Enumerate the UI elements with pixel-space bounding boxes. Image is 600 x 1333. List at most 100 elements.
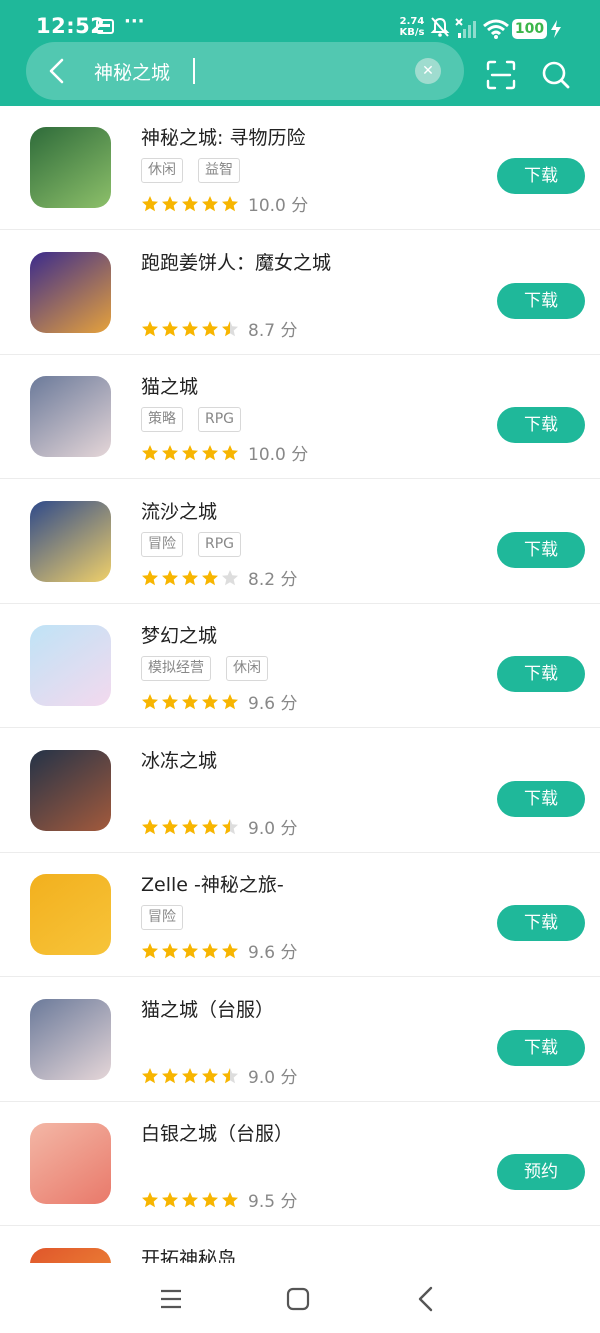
search-bar[interactable]: 神秘之城 ✕ — [26, 42, 464, 100]
download-button[interactable]: 下载 — [497, 531, 585, 568]
app-name[interactable]: 猫之城（台服） — [141, 995, 274, 1022]
app-rating: 9.0 分 — [141, 1063, 297, 1088]
home-icon[interactable] — [286, 1287, 310, 1311]
star-icon — [202, 196, 218, 212]
star-icon — [162, 569, 178, 585]
app-icon[interactable] — [30, 1247, 111, 1263]
app-tags: 休闲 益智 — [141, 158, 255, 184]
app-icon[interactable] — [30, 251, 111, 333]
search-results-list: 神秘之城: 寻物历险 休闲 益智 10.0 分下载 跑跑姜饼人：魔女之城 8.7 分下载猫… — [0, 106, 600, 1263]
app-tags: 模拟经营 休闲 — [141, 656, 283, 682]
app-name[interactable]: 流沙之城 — [141, 497, 217, 524]
result-item[interactable]: 跑跑姜饼人：魔女之城 8.7 分 下载 — [0, 231, 600, 355]
result-item[interactable]: 梦幻之城模拟经营 休闲 9.6 分 下载 — [0, 604, 600, 728]
star-icon — [142, 818, 158, 834]
star-icon — [162, 445, 178, 461]
rating-stars — [141, 318, 241, 338]
download-button[interactable]: 下载 — [497, 1029, 585, 1066]
app-score: 9.6 分 — [248, 943, 298, 963]
search-input[interactable]: 神秘之城 — [94, 58, 170, 85]
star-icon — [182, 445, 198, 461]
download-button[interactable]: 下载 — [497, 905, 585, 941]
result-item[interactable]: 猫之城（台服） 9.0 分 下载 — [0, 978, 600, 1102]
star-icon — [162, 943, 178, 959]
star-icon — [182, 320, 198, 336]
star-icon — [182, 1067, 198, 1083]
result-item[interactable]: 猫之城 策略 RPG 10.0 分 下载 — [0, 355, 600, 479]
star-icon — [142, 445, 158, 461]
clear-icon[interactable]: ✕ — [415, 58, 441, 84]
app-icon[interactable] — [30, 127, 111, 208]
result-item[interactable]: 冰冻之城 9.0 分 下载 — [0, 729, 600, 853]
app-name[interactable]: 开拓神秘岛 — [141, 1244, 236, 1264]
app-tag: 益智 — [198, 158, 240, 183]
app-rating: 10.0 分 — [141, 191, 308, 216]
app-name[interactable]: 神秘之城: 寻物历险 — [141, 123, 305, 150]
star-icon — [162, 694, 178, 710]
result-item[interactable]: 神秘之城: 寻物历险 休闲 益智 10.0 分 下载 — [0, 106, 600, 230]
app-icon[interactable] — [30, 625, 111, 706]
result-item[interactable]: Zelle -神秘之旅- 冒险 9.6 分 下载 — [0, 853, 600, 977]
star-icon — [142, 1067, 158, 1083]
star-icon — [182, 1192, 198, 1208]
app-icon[interactable] — [30, 998, 111, 1080]
app-score: 8.2 分 — [248, 569, 298, 590]
network-speed-value: 2.74 — [399, 16, 425, 27]
result-item[interactable]: 开拓神秘岛 — [0, 1227, 600, 1264]
text-cursor — [193, 58, 195, 84]
star-icon — [162, 1192, 178, 1208]
notification-icon — [96, 19, 114, 34]
rating-stars — [141, 941, 241, 961]
app-name[interactable]: 跑跑姜饼人：魔女之城 — [141, 248, 331, 275]
star-icon — [202, 943, 218, 959]
back-icon[interactable] — [414, 1285, 438, 1313]
star-icon — [222, 1192, 238, 1208]
star-icon — [142, 943, 158, 959]
star-icon — [222, 818, 238, 834]
app-score: 9.6 分 — [248, 694, 298, 714]
download-button[interactable]: 下载 — [497, 656, 585, 692]
app-icon[interactable] — [30, 1123, 111, 1204]
star-icon — [162, 196, 178, 212]
app-icon[interactable] — [30, 874, 111, 955]
battery-level: 100 — [512, 19, 547, 39]
app-icon[interactable] — [30, 500, 111, 582]
menu-icon[interactable] — [159, 1287, 183, 1311]
star-icon — [222, 943, 238, 959]
status-time: 12:52 — [36, 14, 106, 38]
result-item[interactable]: 流沙之城冒险 RPG 8.2 分 下载 — [0, 480, 600, 604]
result-item[interactable]: 白银之城（台服） 9.5 分 预约 — [0, 1102, 600, 1226]
system-nav-bar — [0, 1263, 600, 1333]
star-icon — [202, 569, 218, 585]
download-button[interactable]: 下载 — [497, 780, 585, 817]
app-name[interactable]: 冰冻之城 — [141, 746, 217, 773]
download-button[interactable]: 下载 — [497, 158, 585, 194]
app-icon[interactable] — [30, 376, 111, 457]
reserve-button[interactable]: 预约 — [497, 1154, 585, 1190]
app-name[interactable]: 梦幻之城 — [141, 621, 217, 648]
rating-stars — [141, 443, 241, 463]
app-rating: 9.5 分 — [141, 1187, 298, 1212]
network-speed: 2.74 KB/s — [397, 16, 427, 38]
app-tag: 策略 — [141, 407, 183, 432]
app-tag: 休闲 — [226, 656, 268, 681]
app-score: 8.7 分 — [248, 320, 298, 341]
star-icon — [202, 1067, 218, 1083]
app-tags: 冒险 RPG — [141, 531, 256, 558]
app-icon[interactable] — [30, 749, 111, 831]
search-icon[interactable] — [541, 60, 571, 90]
app-rating: 9.0 分 — [141, 814, 297, 839]
back-chevron-icon[interactable] — [42, 55, 74, 87]
app-name[interactable]: 猫之城 — [141, 372, 198, 399]
download-button[interactable]: 下载 — [497, 407, 585, 443]
app-name[interactable]: 白银之城（台服） — [141, 1119, 293, 1146]
download-button[interactable]: 下载 — [497, 282, 585, 319]
app-score: 9.5 分 — [248, 1192, 298, 1212]
star-icon — [142, 569, 158, 585]
scan-icon[interactable] — [486, 60, 516, 90]
star-icon — [182, 943, 198, 959]
star-icon — [222, 320, 238, 336]
rating-stars — [141, 816, 241, 836]
app-name[interactable]: Zelle -神秘之旅- — [141, 870, 284, 897]
top-header: 12:52 ··· 2.74 KB/s 100 神秘之城 ✕ — [0, 0, 600, 106]
